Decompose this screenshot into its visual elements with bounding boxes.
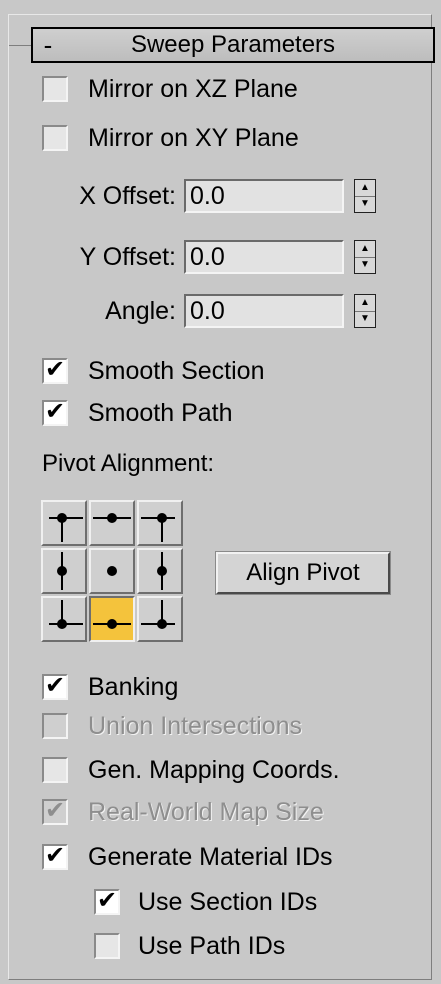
pivot-bottom-center-button[interactable] (89, 596, 135, 642)
union-intersections-checkbox (42, 713, 68, 739)
angle-input[interactable] (184, 294, 344, 328)
material-ids-checkbox[interactable]: ✔ (42, 842, 68, 870)
mirror-xz-row[interactable]: Mirror on XZ Plane (42, 73, 298, 105)
spinner-up-icon[interactable]: ▲ (355, 241, 375, 257)
pivot-top-center-button[interactable] (89, 500, 135, 546)
pivot-middle-right-icon (157, 552, 167, 590)
spinner-up-icon[interactable]: ▲ (355, 295, 375, 311)
checkmark-icon: ✔ (96, 887, 118, 914)
pivot-top-right-icon (141, 513, 175, 542)
pivot-center-icon (107, 566, 117, 576)
checkmark-icon: ✔ (44, 797, 66, 824)
pivot-bottom-center-icon (93, 619, 131, 629)
pivot-top-right-button[interactable] (137, 500, 183, 546)
section-ids-label: Use Section IDs (138, 887, 318, 916)
sweep-parameters-panel: - Sweep Parameters (8, 14, 435, 980)
section-ids-checkbox[interactable]: ✔ (94, 887, 120, 915)
mirror-xy-label: Mirror on XY Plane (88, 123, 299, 152)
material-ids-label: Generate Material IDs (88, 842, 333, 871)
spinner-up-icon[interactable]: ▲ (355, 180, 375, 196)
smooth-section-label: Smooth Section (88, 356, 265, 385)
path-ids-row[interactable]: Use Path IDs (94, 930, 285, 962)
x-offset-input[interactable] (184, 179, 344, 213)
spinner-down-icon[interactable]: ▼ (355, 256, 375, 274)
rollout-divider (9, 45, 31, 46)
pivot-middle-right-button[interactable] (137, 548, 183, 594)
align-pivot-button[interactable]: Align Pivot (215, 551, 391, 595)
section-ids-row[interactable]: ✔ Use Section IDs (94, 886, 317, 918)
y-offset-label: Y Offset: (79, 242, 176, 271)
smooth-section-row[interactable]: ✔ Smooth Section (42, 355, 265, 387)
checkmark-icon: ✔ (44, 842, 66, 869)
pivot-alignment-label: Pivot Alignment: (42, 450, 215, 477)
angle-row: Angle: ▲ ▼ (40, 292, 376, 330)
rollout-title: Sweep Parameters (130, 31, 336, 58)
y-offset-input[interactable] (184, 240, 344, 274)
checkmark-icon: ✔ (44, 398, 66, 425)
angle-spinner[interactable]: ▲ ▼ (354, 294, 376, 328)
collapse-toggle[interactable]: - (33, 31, 63, 59)
angle-label: Angle: (105, 296, 176, 325)
smooth-path-label: Smooth Path (88, 398, 233, 427)
pivot-bottom-left-icon (49, 600, 83, 629)
spinner-down-icon[interactable]: ▼ (355, 310, 375, 328)
rollout-header-button[interactable]: - Sweep Parameters (31, 27, 435, 63)
union-intersections-row: Union Intersections (42, 710, 302, 742)
mirror-xy-row[interactable]: Mirror on XY Plane (42, 122, 299, 154)
x-offset-spinner[interactable]: ▲ ▼ (354, 179, 376, 213)
mirror-xy-checkbox[interactable] (42, 125, 68, 151)
checkmark-icon: ✔ (44, 672, 66, 699)
pivot-top-left-icon (49, 513, 83, 542)
banking-label: Banking (88, 672, 179, 701)
pivot-middle-left-button[interactable] (41, 548, 87, 594)
spinner-down-icon[interactable]: ▼ (355, 195, 375, 213)
gen-mapping-checkbox[interactable] (42, 757, 68, 783)
pivot-top-center-icon (93, 513, 131, 523)
path-ids-label: Use Path IDs (138, 931, 286, 960)
smooth-path-checkbox[interactable]: ✔ (42, 398, 68, 426)
real-world-label: Real-World Map Size (88, 797, 324, 826)
real-world-checkbox: ✔ (42, 797, 68, 825)
pivot-bottom-left-button[interactable] (41, 596, 87, 642)
y-offset-row: Y Offset: ▲ ▼ (40, 238, 376, 276)
smooth-path-row[interactable]: ✔ Smooth Path (42, 397, 233, 429)
pivot-bottom-right-icon (141, 600, 175, 629)
pivot-top-left-button[interactable] (41, 500, 87, 546)
real-world-row: ✔ Real-World Map Size (42, 796, 324, 828)
x-offset-row: X Offset: ▲ ▼ (40, 177, 376, 215)
pivot-alignment-grid (41, 500, 183, 642)
banking-row[interactable]: ✔ Banking (42, 671, 178, 703)
pivot-bottom-right-button[interactable] (137, 596, 183, 642)
checkmark-icon: ✔ (44, 356, 66, 383)
path-ids-checkbox[interactable] (94, 933, 120, 959)
gen-mapping-label: Gen. Mapping Coords. (88, 755, 340, 784)
mirror-xz-checkbox[interactable] (42, 76, 68, 102)
material-ids-row[interactable]: ✔ Generate Material IDs (42, 841, 333, 873)
mirror-xz-label: Mirror on XZ Plane (88, 74, 298, 103)
pivot-center-button[interactable] (89, 548, 135, 594)
pivot-middle-left-icon (57, 552, 67, 590)
y-offset-spinner[interactable]: ▲ ▼ (354, 240, 376, 274)
banking-checkbox[interactable]: ✔ (42, 672, 68, 700)
smooth-section-checkbox[interactable]: ✔ (42, 356, 68, 384)
union-intersections-label: Union Intersections (88, 711, 303, 740)
gen-mapping-row[interactable]: Gen. Mapping Coords. (42, 754, 340, 786)
x-offset-label: X Offset: (79, 181, 176, 210)
